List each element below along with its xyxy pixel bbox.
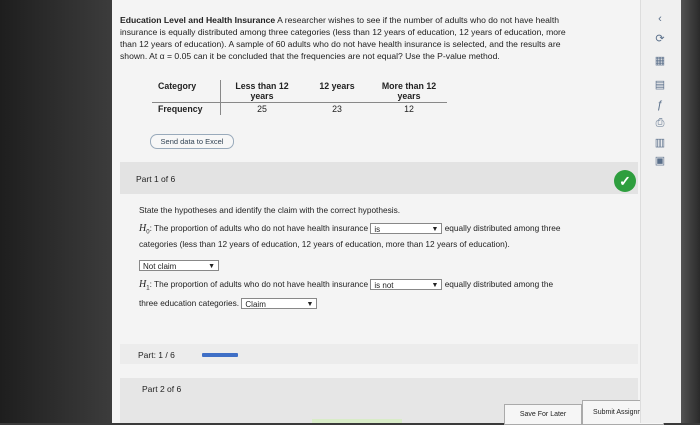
progress-label: Part: 1 / 6 bbox=[138, 350, 175, 360]
send-to-excel-button[interactable]: Send data to Excel bbox=[150, 134, 234, 149]
chevron-icon[interactable]: ‹ bbox=[652, 12, 668, 26]
table-icon[interactable]: ▤ bbox=[652, 78, 668, 92]
calculator-icon[interactable]: ▦ bbox=[652, 54, 668, 68]
save-for-later-button[interactable]: Save For Later bbox=[504, 404, 582, 425]
formula-icon[interactable]: ƒ bbox=[652, 98, 668, 112]
frequency-header: Frequency bbox=[158, 104, 203, 114]
grid-icon[interactable]: ▣ bbox=[652, 154, 668, 168]
part2-label: Part 2 of 6 bbox=[142, 384, 182, 394]
frequency-table: Category Less than 12 years 12 years Mor… bbox=[152, 80, 447, 115]
part1-header: Part 1 of 6 ✓ bbox=[120, 162, 638, 194]
refresh-icon[interactable]: ⟳ bbox=[652, 32, 668, 46]
frequency-value: 12 bbox=[404, 104, 414, 114]
h1-claim-select[interactable]: Claim ▼ bbox=[241, 298, 318, 310]
category-header: Category bbox=[152, 80, 221, 103]
progress-strip: Part: 1 / 6 bbox=[120, 344, 638, 364]
left-background bbox=[0, 0, 112, 423]
print-icon[interactable]: ⎙ bbox=[652, 116, 668, 130]
dropdown-arrow-icon: ▼ bbox=[306, 301, 314, 309]
h0-select[interactable]: is ▼ bbox=[370, 223, 443, 235]
h1-line: H1: The proportion of adults who do not … bbox=[139, 279, 554, 292]
frequency-value: 23 bbox=[332, 104, 342, 114]
instruction: State the hypotheses and identify the cl… bbox=[139, 205, 401, 215]
h1-select[interactable]: is not ▼ bbox=[370, 279, 443, 291]
dropdown-arrow-icon: ▼ bbox=[431, 226, 439, 234]
chart-icon[interactable]: ▥ bbox=[652, 136, 668, 150]
col-header: More than 12 years bbox=[371, 80, 447, 103]
h0-claim-select[interactable]: Not claim ▼ bbox=[139, 260, 219, 272]
col-header: Less than 12 years bbox=[220, 80, 303, 103]
decorative-strip bbox=[312, 419, 402, 423]
h0-line: H0: The proportion of adults who do not … bbox=[139, 223, 561, 236]
col-header: 12 years bbox=[303, 80, 371, 103]
problem-statement: Education Level and Health Insurance A r… bbox=[120, 15, 566, 61]
dropdown-arrow-icon: ▼ bbox=[208, 263, 215, 271]
assignment-page: Education Level and Health Insurance A r… bbox=[112, 0, 664, 425]
problem-title: Education Level and Health Insurance bbox=[120, 15, 276, 25]
progress-bar bbox=[202, 353, 238, 357]
side-toolbar: ‹ ⟳ ▦ ▤ ƒ ⎙ ▥ ▣ bbox=[640, 0, 681, 423]
frequency-value: 25 bbox=[220, 102, 303, 115]
part1-label: Part 1 of 6 bbox=[136, 174, 176, 184]
dropdown-arrow-icon: ▼ bbox=[431, 282, 439, 290]
check-icon: ✓ bbox=[614, 170, 636, 192]
right-background bbox=[680, 0, 700, 423]
